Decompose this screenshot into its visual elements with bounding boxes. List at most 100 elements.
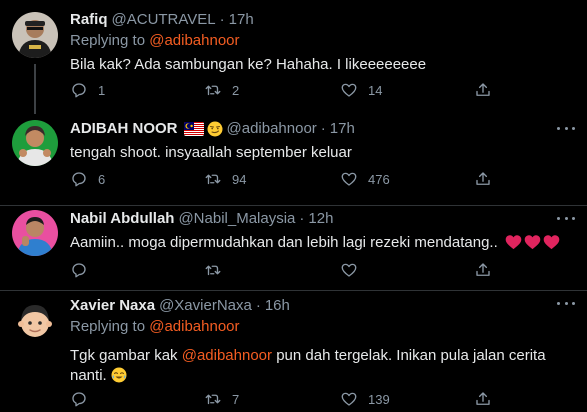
more-options-icon[interactable] — [557, 125, 575, 131]
more-options-icon[interactable] — [557, 215, 575, 221]
mention-link[interactable]: @adibahnoor — [149, 32, 239, 49]
retweet-button[interactable]: 7 — [204, 389, 239, 409]
tweet-content: Rafiq @ACUTRAVEL · 17h Replying to @adib… — [70, 10, 575, 75]
tweet-text: Tgk gambar kak @adibahnoor pun dah terge… — [70, 346, 575, 386]
timestamp[interactable]: 17h — [229, 10, 254, 30]
share-icon — [474, 390, 492, 408]
red-heart-emoji-icon — [543, 235, 560, 250]
separator: · — [320, 120, 326, 137]
avatar[interactable] — [12, 299, 58, 345]
tweet-text: Bila kak? Ada sambungan ke? Hahaha. I li… — [70, 56, 427, 73]
reply-icon — [70, 170, 88, 188]
tweet-content: Nabil Abdullah @Nabil_Malaysia · 12h Aam… — [70, 209, 575, 253]
replying-to: Replying to @adibahnoor — [70, 317, 575, 337]
display-name[interactable]: ADIBAH NOOR — [70, 119, 178, 139]
hearts-emoji — [505, 234, 560, 250]
share-icon — [474, 170, 492, 188]
tweet[interactable]: ADIBAH NOOR @adibahnoor · 17h tengah sho… — [0, 110, 587, 206]
reply-button[interactable]: 6 — [70, 169, 105, 189]
tweet-content: ADIBAH NOOR @adibahnoor · 17h tengah sho… — [70, 119, 575, 163]
tweet-text: Aamiin.. moga dipermudahkan dan lebih la… — [70, 234, 498, 251]
retweet-count: 94 — [232, 171, 247, 187]
mention-link[interactable]: @adibahnoor — [182, 347, 272, 364]
replying-to: Replying to @adibahnoor — [70, 31, 575, 51]
red-heart-emoji-icon — [505, 235, 522, 250]
thread-line — [34, 64, 36, 114]
retweet-icon — [204, 261, 222, 279]
like-button[interactable]: 476 — [340, 169, 390, 189]
timestamp[interactable]: 12h — [308, 209, 333, 229]
heart-outline-icon — [340, 261, 358, 279]
separator: · — [219, 11, 225, 28]
reply-button[interactable] — [70, 260, 98, 280]
username[interactable]: @adibahnoor — [227, 119, 317, 139]
display-name[interactable]: Xavier Naxa — [70, 296, 155, 316]
retweet-count: 7 — [232, 391, 240, 407]
tweet-header: Nabil Abdullah @Nabil_Malaysia · 12h — [70, 209, 575, 229]
tweet-actions — [70, 260, 500, 280]
reply-count: 6 — [98, 171, 106, 187]
share-button[interactable] — [474, 80, 492, 100]
retweet-count: 2 — [232, 82, 240, 98]
red-heart-emoji-icon — [524, 235, 541, 250]
retweet-button[interactable]: 94 — [204, 169, 246, 189]
tweet-actions: 7 139 — [70, 389, 500, 409]
heart-outline-icon — [340, 390, 358, 408]
retweet-button[interactable] — [204, 260, 232, 280]
avatar[interactable] — [12, 12, 58, 58]
avatar[interactable] — [12, 120, 58, 166]
like-button[interactable]: 14 — [340, 80, 382, 100]
share-icon — [474, 81, 492, 99]
like-count: 476 — [368, 171, 390, 187]
username[interactable]: @XavierNaxa — [159, 296, 252, 316]
tweet-header: ADIBAH NOOR @adibahnoor · 17h — [70, 119, 575, 139]
more-options-icon[interactable] — [557, 300, 575, 306]
reply-icon — [70, 390, 88, 408]
tweet-text-part: Tgk gambar kak — [70, 347, 178, 364]
replying-prefix: Replying to — [70, 32, 146, 49]
like-button[interactable]: 139 — [340, 389, 390, 409]
replying-prefix: Replying to — [70, 318, 146, 335]
timestamp[interactable]: 16h — [265, 296, 290, 316]
tweet-header: Xavier Naxa @XavierNaxa · 16h — [70, 296, 575, 316]
reply-count: 1 — [98, 82, 106, 98]
tweet-header: Rafiq @ACUTRAVEL · 17h — [70, 10, 575, 30]
tweet[interactable]: Xavier Naxa @XavierNaxa · 16h Replying t… — [0, 291, 587, 412]
retweet-button[interactable]: 2 — [204, 80, 239, 100]
share-icon — [474, 261, 492, 279]
timestamp[interactable]: 17h — [330, 119, 355, 139]
retweet-icon — [204, 170, 222, 188]
share-button[interactable] — [474, 260, 492, 280]
retweet-icon — [204, 81, 222, 99]
tweet-content: Xavier Naxa @XavierNaxa · 16h Replying t… — [70, 296, 575, 386]
reply-button[interactable] — [70, 389, 98, 409]
reply-icon — [70, 261, 88, 279]
like-button[interactable] — [340, 260, 368, 280]
like-count: 14 — [368, 82, 383, 98]
tweet-actions: 6 94 476 — [70, 169, 500, 189]
separator: · — [299, 210, 305, 227]
avatar[interactable] — [12, 210, 58, 256]
display-name[interactable]: Nabil Abdullah — [70, 209, 174, 229]
heart-outline-icon — [340, 81, 358, 99]
tweet-text: tengah shoot. insyaallah september kelua… — [70, 144, 352, 161]
display-name[interactable]: Rafiq — [70, 10, 108, 30]
tears-of-joy-emoji-icon — [111, 367, 127, 383]
mention-link[interactable]: @adibahnoor — [149, 318, 239, 335]
like-count: 139 — [368, 391, 390, 407]
tweet-actions: 1 2 14 — [70, 80, 500, 100]
reply-button[interactable]: 1 — [70, 80, 105, 100]
tweet[interactable]: Rafiq @ACUTRAVEL · 17h Replying to @adib… — [0, 0, 587, 114]
heart-outline-icon — [340, 170, 358, 188]
separator: · — [255, 297, 261, 314]
username[interactable]: @Nabil_Malaysia — [178, 209, 295, 229]
tweet[interactable]: Nabil Abdullah @Nabil_Malaysia · 12h Aam… — [0, 206, 587, 291]
reply-icon — [70, 81, 88, 99]
username[interactable]: @ACUTRAVEL — [112, 10, 216, 30]
smirk-face-emoji-icon — [207, 121, 223, 137]
tweet-text-part: nanti. — [70, 367, 107, 384]
malaysia-flag-icon — [183, 122, 204, 136]
tweet-text-part: pun dah tergelak. Inikan pula jalan ceri… — [276, 347, 546, 364]
share-button[interactable] — [474, 169, 492, 189]
share-button[interactable] — [474, 389, 492, 409]
